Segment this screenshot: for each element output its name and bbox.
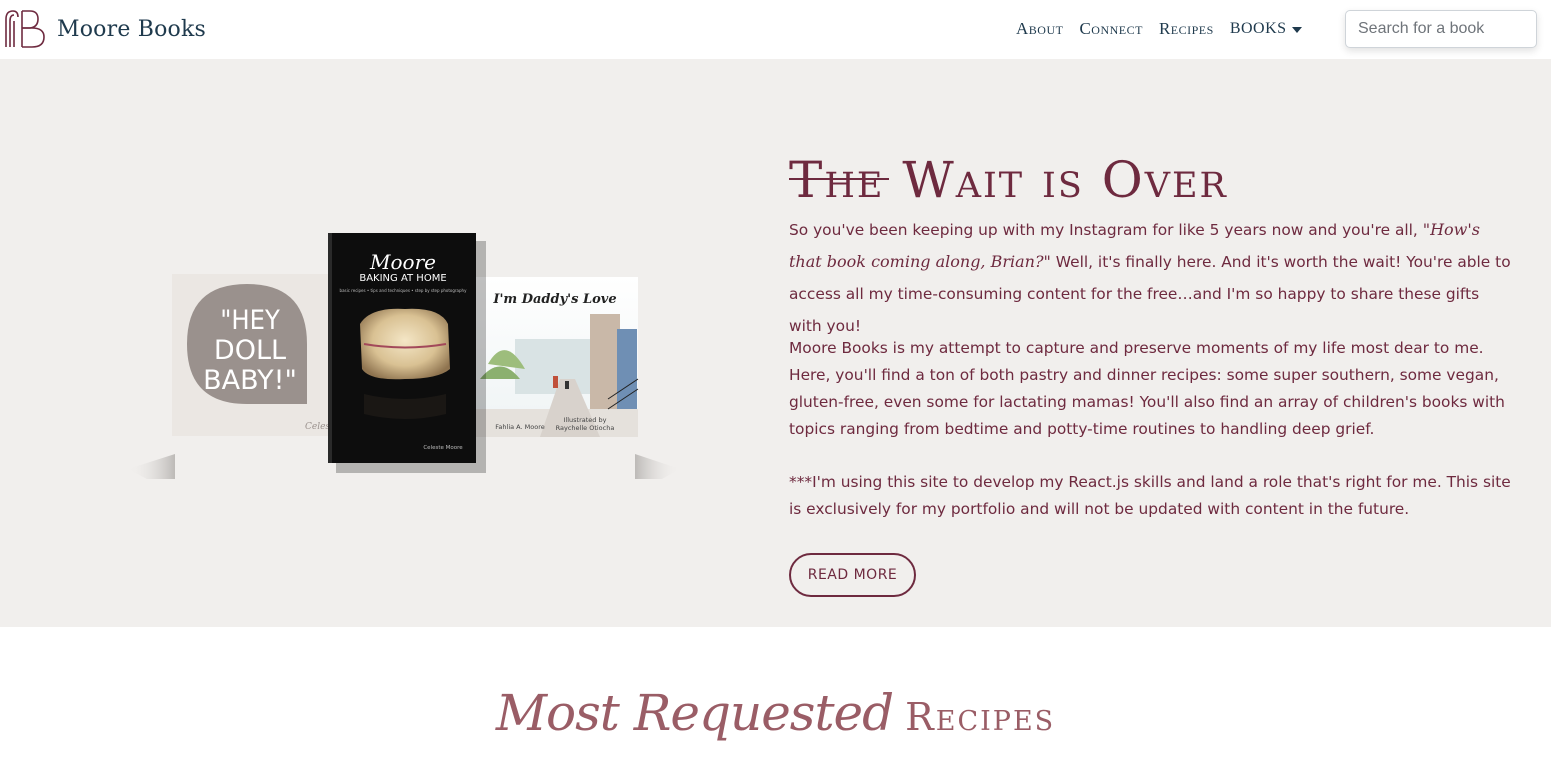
left-shadow [128, 454, 175, 479]
hero-paragraph-2: Moore Books is my attempt to capture and… [789, 339, 1505, 438]
center-cover-title: BAKING AT HOME [359, 273, 446, 284]
section-title-script: Most Requested [495, 684, 894, 742]
hero-p1-start: So you've been keeping up with my Instag… [789, 221, 1423, 239]
center-cover-author: Celeste Moore [423, 445, 463, 451]
book-im-daddys-love[interactable]: I'm Daddy's Love Fahlia A. Moore Illustr… [475, 277, 639, 437]
book-hey-doll-baby[interactable]: "HEY DOLL BABY!" Celeste [172, 274, 339, 436]
nav-link-connect[interactable]: Connect [1079, 19, 1143, 39]
search-input[interactable] [1345, 10, 1537, 48]
right-cover-illustrated-by: Illustrated by [564, 416, 607, 424]
nav-link-about[interactable]: About [1016, 19, 1063, 39]
nav-books-dropdown[interactable]: BOOKS [1230, 20, 1302, 38]
nav-books-label: BOOKS [1229, 20, 1287, 37]
books-showcase: "HEY DOLL BABY!" Celeste I'm Daddy's Lov… [128, 233, 680, 479]
most-requested-recipes-heading: Most Requested Recipes [0, 684, 1551, 742]
right-cover-author: Fahlia A. Moore [495, 423, 544, 431]
nav-links: About Connect Recipes BOOKS [1016, 19, 1302, 39]
left-cover-line-3: BABY!" [203, 365, 297, 396]
hero-paragraph-3: ***I'm using this site to develop my Rea… [789, 473, 1511, 518]
center-cover-script: Moore [369, 250, 436, 274]
right-cover-title: I'm Daddy's Love [492, 292, 616, 307]
hero-divider [789, 178, 889, 180]
caret-down-icon [1291, 26, 1302, 33]
nav-link-recipes[interactable]: Recipes [1159, 19, 1214, 39]
right-cover-illustrator: Raychelle Otiocha [556, 424, 615, 432]
center-cover-subtitle: basic recipes • tips and techniques • st… [340, 288, 468, 293]
hero-title: The Wait is Over [789, 151, 1228, 209]
brand-logo-icon[interactable] [4, 9, 46, 49]
left-cover-line-1: "HEY [220, 305, 280, 336]
section-title-caps: Recipes [905, 695, 1056, 739]
right-shadow [635, 454, 680, 479]
brand-name[interactable]: Moore Books [57, 17, 206, 42]
brand[interactable]: Moore Books [4, 9, 206, 49]
hero-paragraph-1: So you've been keeping up with my Instag… [789, 214, 1514, 342]
left-cover-line-2: DOLL [214, 335, 286, 366]
book-baking-at-home[interactable]: Moore BAKING AT HOME basic recipes • tip… [328, 233, 486, 473]
navbar: Moore Books About Connect Recipes BOOKS [0, 0, 1551, 59]
read-more-button[interactable]: READ MORE [789, 553, 916, 597]
